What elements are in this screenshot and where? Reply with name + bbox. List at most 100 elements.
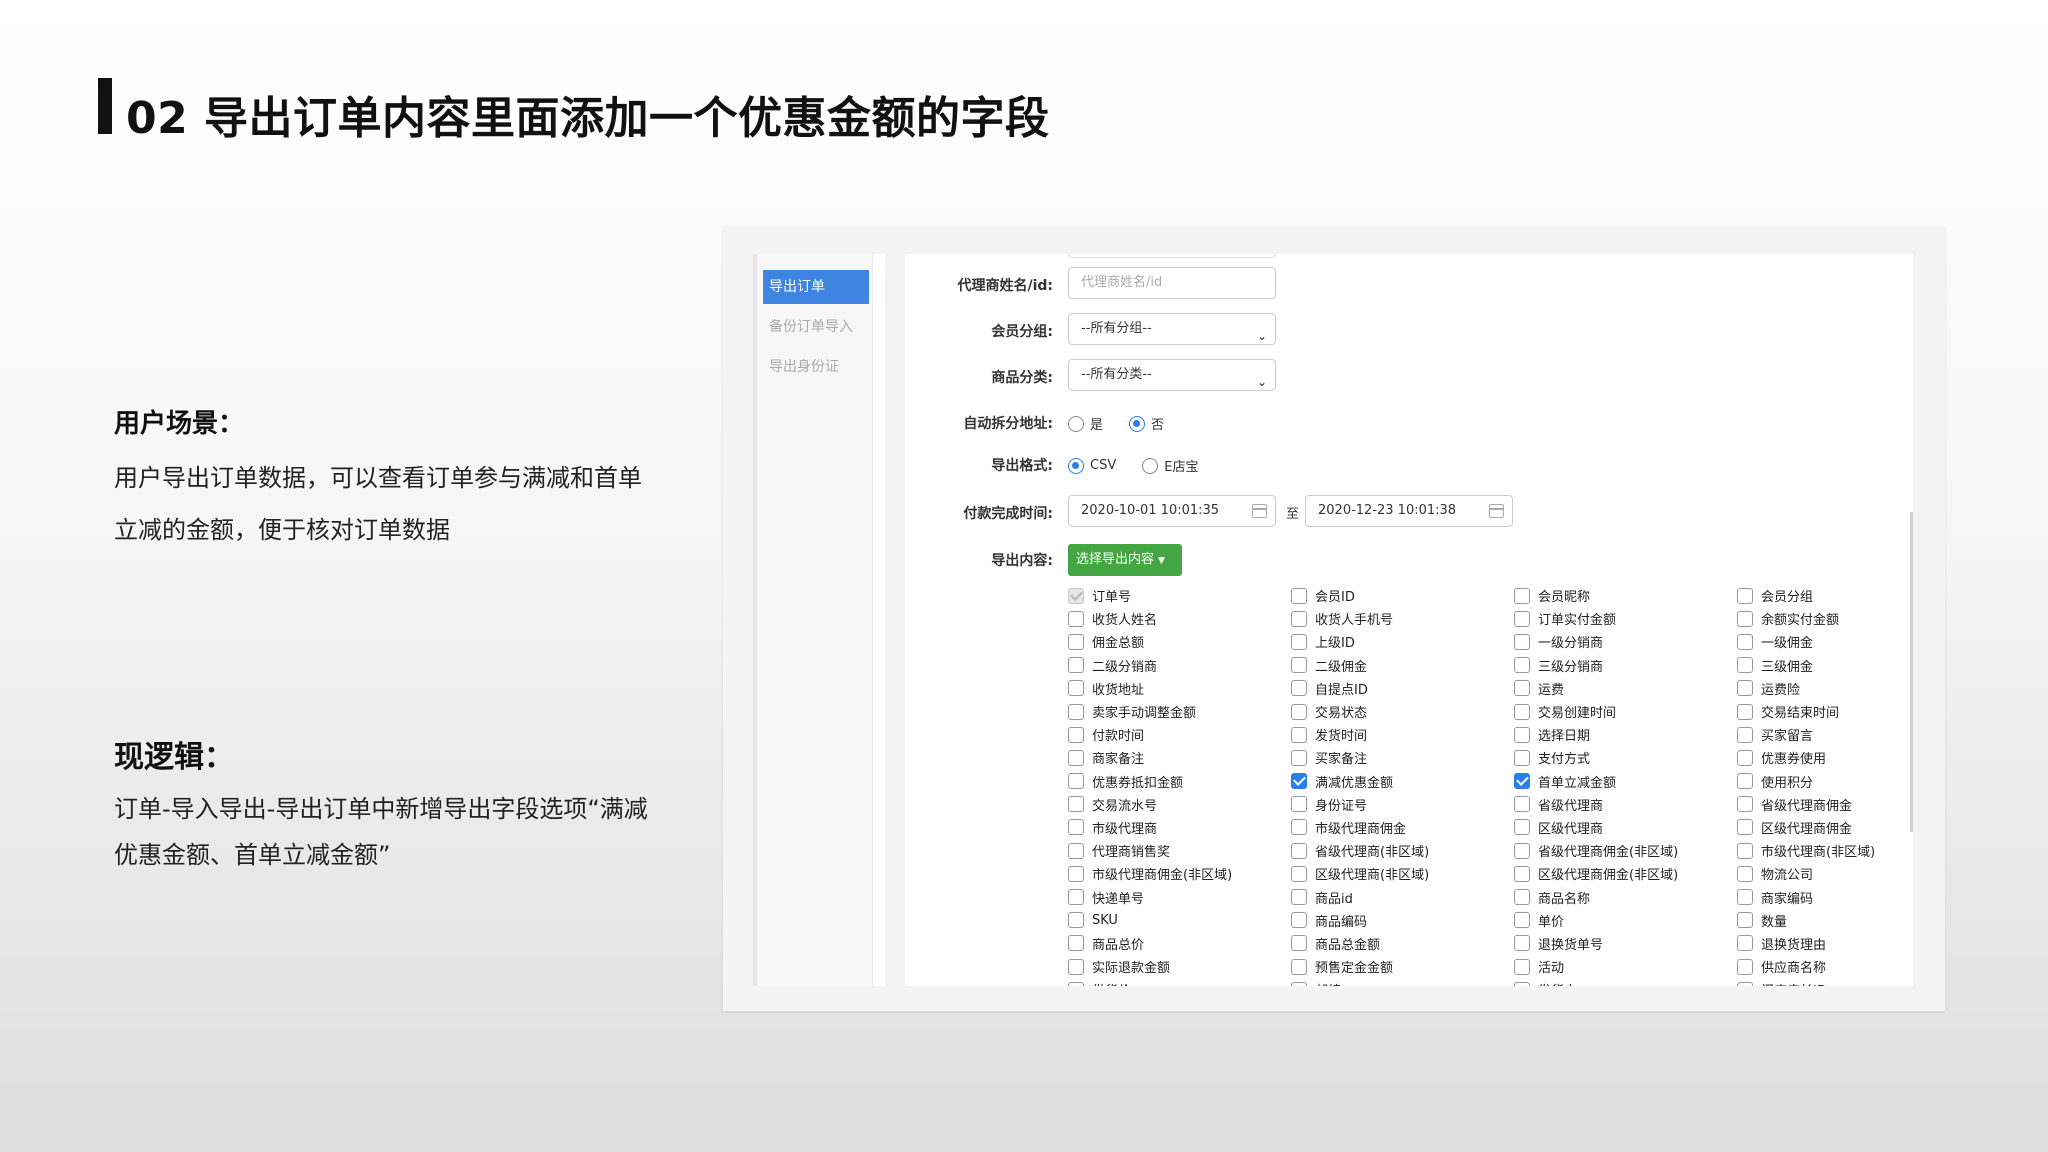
checkbox[interactable] [1514,726,1530,743]
export-field-option[interactable]: 余额实付金额 [1737,607,1908,630]
checkbox[interactable] [1291,657,1307,674]
export-field-option[interactable]: 付款时间 [1068,723,1291,746]
checkbox[interactable] [1068,958,1084,975]
checkbox[interactable] [1514,796,1530,813]
checkbox[interactable] [1291,842,1307,859]
checkbox[interactable] [1514,773,1530,790]
checkbox[interactable] [1737,680,1753,697]
export-field-option[interactable]: 二级分销商 [1068,654,1291,677]
checkbox[interactable] [1737,865,1753,882]
export-field-option[interactable]: 自提点ID [1291,677,1514,700]
member-group-select[interactable]: --所有分组-- ⌄ [1068,313,1276,345]
checkbox[interactable] [1737,749,1753,766]
export-field-option[interactable]: 二级佣金 [1291,654,1514,677]
checkbox[interactable] [1291,981,1307,986]
export-field-option[interactable]: 一级佣金 [1737,630,1908,653]
export-field-option[interactable]: 买家留言 [1737,723,1908,746]
checkbox[interactable] [1737,587,1753,604]
checkbox[interactable] [1291,889,1307,906]
export-field-option[interactable]: 支付方式 [1514,746,1737,769]
checkbox[interactable] [1514,889,1530,906]
checkbox[interactable] [1068,865,1084,882]
checkbox[interactable] [1291,587,1307,604]
export-field-option[interactable]: 供货价 [1068,978,1291,986]
export-field-option[interactable]: 商家编码 [1737,885,1908,908]
export-field-option[interactable]: 收货人姓名 [1068,607,1291,630]
checkbox[interactable] [1737,819,1753,836]
checkbox[interactable] [1068,726,1084,743]
checkbox[interactable] [1068,842,1084,859]
export-field-option[interactable]: 区级代理商佣金 [1737,816,1908,839]
checkbox[interactable] [1068,633,1084,650]
checkbox[interactable] [1737,657,1753,674]
checkbox[interactable] [1737,889,1753,906]
export-field-option[interactable]: 市级代理商(非区域) [1737,839,1908,862]
export-field-option[interactable]: 省级代理商(非区域) [1291,839,1514,862]
export-field-option[interactable]: 省级代理商佣金 [1737,793,1908,816]
export-field-option[interactable]: 发货时间 [1291,723,1514,746]
export-field-option[interactable]: 代理商销售奖 [1068,839,1291,862]
export-field-option[interactable]: 会员昵称 [1514,584,1737,607]
checkbox[interactable] [1068,680,1084,697]
nav-item-export-orders[interactable]: 导出订单 [763,270,869,304]
export-field-option[interactable]: 一级分销商 [1514,630,1737,653]
export-field-option[interactable]: 发货人 [1514,978,1737,986]
export-field-option[interactable]: 省级代理商 [1514,793,1737,816]
export-field-option[interactable]: 三级佣金 [1737,654,1908,677]
checkbox[interactable] [1737,703,1753,720]
export-field-option[interactable]: 使用积分 [1737,770,1908,793]
export-field-option[interactable]: 退换货理由 [1737,932,1908,955]
checkbox[interactable] [1068,773,1084,790]
export-field-option[interactable]: 商品总价 [1068,932,1291,955]
export-field-option[interactable]: 上级ID [1291,630,1514,653]
checkbox[interactable] [1514,819,1530,836]
checkbox[interactable] [1514,587,1530,604]
export-field-option[interactable]: 区级代理商佣金(非区域) [1514,862,1737,885]
checkbox[interactable] [1291,703,1307,720]
checkbox[interactable] [1291,796,1307,813]
checkbox[interactable] [1068,935,1084,952]
date-from-input[interactable]: 2020-10-01 10:01:35 [1068,495,1276,527]
checkbox[interactable] [1068,819,1084,836]
export-field-option[interactable]: 预售定金金额 [1291,955,1514,978]
export-field-option[interactable]: 收货地址 [1068,677,1291,700]
checkbox[interactable] [1514,703,1530,720]
checkbox[interactable] [1737,726,1753,743]
checkbox[interactable] [1514,912,1530,929]
checkbox[interactable] [1514,610,1530,627]
checkbox[interactable] [1737,958,1753,975]
split-yes-radio[interactable] [1068,415,1084,432]
checkbox[interactable] [1068,610,1084,627]
checkbox[interactable] [1291,865,1307,882]
export-field-option[interactable]: 实际退款金额 [1068,955,1291,978]
checkbox[interactable] [1737,842,1753,859]
checkbox[interactable] [1291,680,1307,697]
export-field-option[interactable]: 市级代理商佣金(非区域) [1068,862,1291,885]
export-field-option[interactable]: 区级代理商(非区域) [1291,862,1514,885]
export-field-option[interactable]: 运费险 [1737,677,1908,700]
format-csv-radio[interactable] [1068,457,1084,474]
checkbox[interactable] [1737,981,1753,986]
checkbox[interactable] [1291,912,1307,929]
export-field-option[interactable]: 供应商名称 [1737,955,1908,978]
export-field-option[interactable]: 运费 [1514,677,1737,700]
export-field-option[interactable]: 市级代理商 [1068,816,1291,839]
export-field-option[interactable]: 买家备注 [1291,746,1514,769]
checkbox[interactable] [1737,610,1753,627]
export-field-option[interactable]: 单价 [1514,909,1737,932]
export-field-option[interactable]: 三级分销商 [1514,654,1737,677]
checkbox[interactable] [1291,749,1307,766]
checkbox[interactable] [1291,935,1307,952]
checkbox[interactable] [1291,958,1307,975]
export-field-option[interactable]: 佣金总额 [1068,630,1291,653]
export-field-option[interactable]: 商家备注 [1068,746,1291,769]
checkbox[interactable] [1514,865,1530,882]
export-field-option[interactable]: 优惠券抵扣金额 [1068,770,1291,793]
export-field-option[interactable]: 交易创建时间 [1514,700,1737,723]
checkbox[interactable] [1737,912,1753,929]
export-field-option[interactable]: 订单号 [1068,584,1291,607]
export-field-option[interactable]: 满减优惠金额 [1291,770,1514,793]
agent-input[interactable]: 代理商姓名/id [1068,267,1276,299]
checkbox[interactable] [1514,657,1530,674]
checkbox[interactable] [1514,842,1530,859]
